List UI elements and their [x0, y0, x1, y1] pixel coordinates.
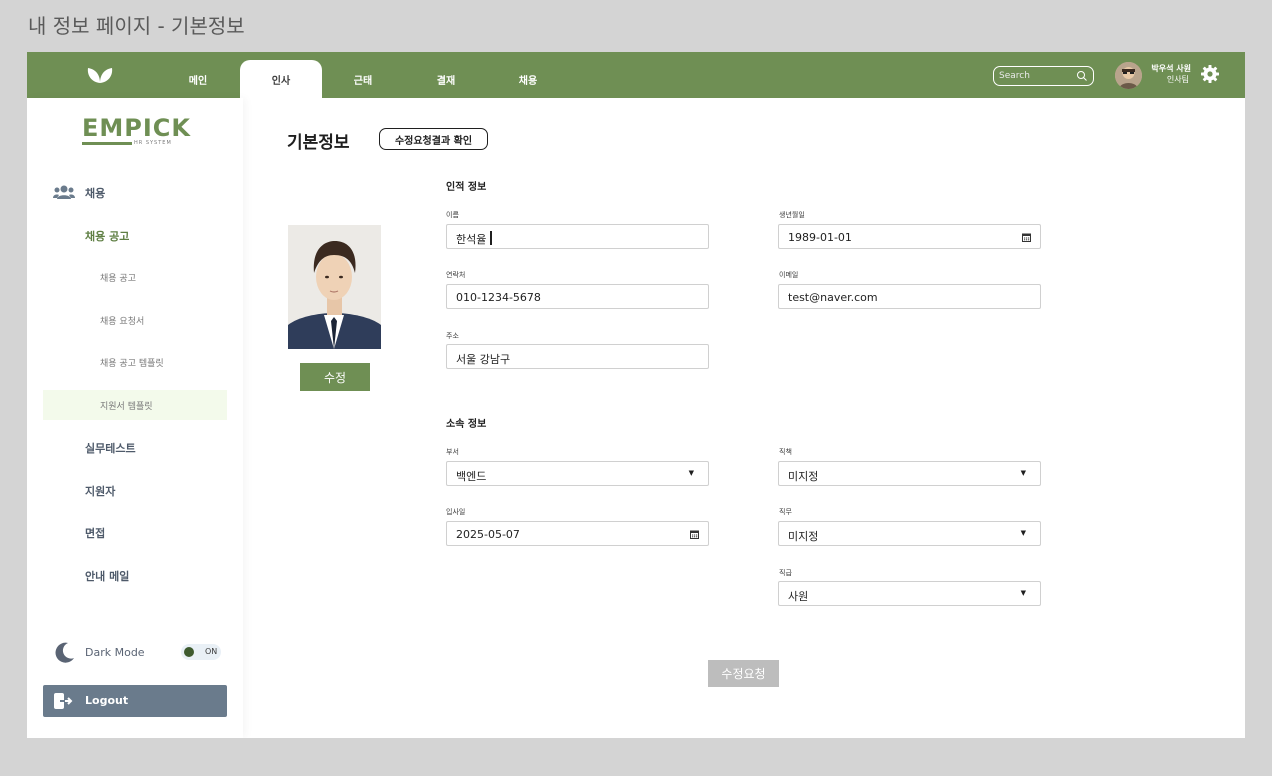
app-frame: 메인 인사 근태 결재 채용 박우석 사원 인사팀 [27, 52, 1245, 738]
sidebar-subitem-request[interactable]: 채용 요청서 [100, 314, 144, 327]
user-name: 박우석 사원 [1151, 64, 1191, 73]
phone-value: 010-1234-5678 [456, 291, 541, 304]
sidebar-item-recruit-notice[interactable]: 채용 공고 [85, 228, 129, 244]
tab-approval[interactable]: 결재 [405, 60, 487, 98]
search-icon[interactable] [1076, 70, 1088, 82]
position-label: 직책 [779, 448, 792, 456]
logout-icon [54, 693, 73, 709]
address-field[interactable]: 서울 강남구 [446, 344, 709, 369]
name-value: 한석율 [456, 231, 493, 247]
tab-hr[interactable]: 인사 [240, 60, 322, 98]
sidebar-subitem-application-template[interactable]: 지원서 템플릿 [100, 399, 153, 412]
page-title: 기본정보 [287, 133, 350, 153]
calendar-icon[interactable] [1022, 233, 1031, 242]
toggle-state: ON [205, 647, 218, 656]
address-value: 서울 강남구 [456, 353, 511, 366]
birth-value: 1989-01-01 [788, 231, 852, 244]
tab-attendance[interactable]: 근태 [322, 60, 404, 98]
logo-subtitle: HR SYSTEM [134, 140, 172, 146]
duty-select[interactable]: 미지정 ▼ [778, 521, 1041, 546]
name-label: 이름 [446, 211, 459, 219]
phone-field[interactable]: 010-1234-5678 [446, 284, 709, 309]
chevron-down-icon: ▼ [1020, 529, 1026, 537]
birth-date-field[interactable]: 1989-01-01 [778, 224, 1041, 249]
email-value: test@naver.com [788, 291, 878, 304]
dept-value: 백엔드 [456, 470, 487, 483]
name-field[interactable]: 한석율 [446, 224, 709, 249]
leaf-logo-icon[interactable] [85, 65, 115, 85]
gear-icon[interactable] [1200, 64, 1220, 84]
join-date-field[interactable]: 2025-05-07 [446, 521, 709, 546]
duty-label: 직무 [779, 508, 792, 516]
email-field[interactable]: test@naver.com [778, 284, 1041, 309]
address-label: 주소 [446, 332, 459, 340]
sidebar: EMPICK HR SYSTEM 채용 채용 공고 채용 공고 채용 요청서 채… [27, 98, 243, 738]
sidebar-item-guide-mail[interactable]: 안내 메일 [85, 568, 129, 584]
dark-mode-toggle[interactable]: ON [181, 644, 221, 660]
sidebar-item-recruit[interactable]: 채용 [85, 185, 105, 201]
sidebar-item-interview[interactable]: 면접 [85, 525, 105, 541]
sidebar-subitem-notice-template[interactable]: 채용 공고 템플릿 [100, 356, 164, 369]
check-request-result-button[interactable]: 수정요청결과 확인 [379, 128, 488, 150]
position-select[interactable]: 미지정 ▼ [778, 461, 1041, 486]
search-box [993, 66, 1094, 86]
dept-select[interactable]: 백엔드 ▼ [446, 461, 709, 486]
birth-label: 생년월일 [779, 211, 805, 219]
top-navbar: 메인 인사 근태 결재 채용 박우석 사원 인사팀 [27, 52, 1245, 98]
chevron-down-icon: ▼ [1020, 589, 1026, 597]
logout-label: Logout [85, 694, 129, 707]
toggle-knob [184, 647, 194, 657]
dept-label: 부서 [446, 448, 459, 456]
join-date-value: 2025-05-07 [456, 528, 520, 541]
profile-photo [288, 225, 381, 349]
users-icon [53, 185, 75, 199]
empick-logo[interactable]: EMPICK HR SYSTEM [82, 108, 202, 148]
chevron-down-icon: ▼ [688, 469, 694, 477]
duty-value: 미지정 [788, 530, 819, 543]
calendar-icon[interactable] [690, 530, 699, 539]
tab-recruit[interactable]: 채용 [487, 60, 569, 98]
moon-icon [55, 642, 74, 663]
rank-select[interactable]: 사원 ▼ [778, 581, 1041, 606]
email-label: 이메일 [779, 271, 799, 279]
dark-mode-label: Dark Mode [85, 646, 145, 659]
chevron-down-icon: ▼ [1020, 469, 1026, 477]
sidebar-item-practical-test[interactable]: 실무테스트 [85, 440, 136, 456]
join-date-label: 입사일 [446, 508, 466, 516]
user-team: 인사팀 [1166, 75, 1189, 84]
rank-value: 사원 [788, 590, 809, 603]
text-cursor [490, 231, 493, 245]
search-input[interactable] [999, 69, 1077, 83]
logo-text: EMPICK [82, 114, 192, 142]
logo-underline [82, 142, 132, 145]
tab-main[interactable]: 메인 [157, 60, 239, 98]
sidebar-subitem-notice[interactable]: 채용 공고 [100, 271, 136, 284]
position-value: 미지정 [788, 470, 819, 483]
phone-label: 연락처 [446, 271, 466, 279]
sidebar-item-applicant[interactable]: 지원자 [85, 483, 115, 499]
rank-label: 직급 [779, 569, 792, 577]
affiliation-heading: 소속 정보 [446, 419, 487, 430]
avatar[interactable] [1115, 62, 1142, 89]
personal-info-heading: 인적 정보 [446, 182, 487, 193]
logout-button[interactable]: Logout [43, 685, 227, 717]
photo-edit-button[interactable]: 수정 [300, 363, 370, 391]
submit-edit-request-button[interactable]: 수정요청 [708, 660, 779, 687]
page-heading: 내 정보 페이지 - 기본정보 [28, 14, 245, 38]
